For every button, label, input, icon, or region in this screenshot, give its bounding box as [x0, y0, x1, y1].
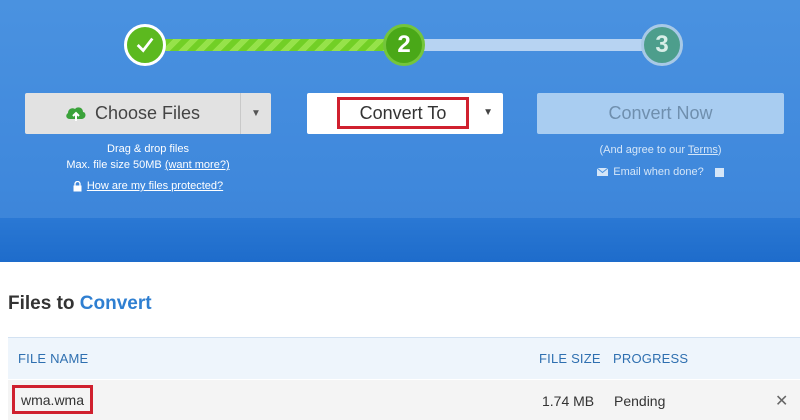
want-more-link[interactable]: (want more?): [165, 159, 230, 171]
choose-files-main[interactable]: Choose Files: [25, 93, 241, 134]
terms-agreement: (And agree to our Terms): [537, 144, 784, 156]
choose-files-label: Choose Files: [94, 103, 201, 123]
files-protected-link[interactable]: How are my files protected?: [87, 180, 223, 192]
upload-hero: 2 3 Choose Files ▼ Convert To ▼ Convert …: [0, 0, 800, 262]
convert-to-label: Convert To: [337, 97, 469, 129]
terms-link[interactable]: Terms: [688, 144, 718, 156]
cloud-upload-icon: [66, 106, 86, 121]
step-1-complete: [124, 24, 166, 66]
file-progress-cell: Pending: [614, 393, 666, 409]
convert-to-select[interactable]: Convert To ▼: [307, 93, 503, 134]
column-header-progress: PROGRESS: [613, 351, 689, 366]
close-icon[interactable]: ✕: [775, 391, 788, 411]
agree-prefix: (And agree to our: [599, 144, 688, 156]
convert-now-button[interactable]: Convert Now: [537, 93, 784, 134]
email-when-done-checkbox[interactable]: [714, 167, 724, 177]
agree-suffix: ): [717, 144, 722, 156]
files-title-prefix: Files to: [8, 293, 75, 314]
table-row: wma.wma 1.74 MB Pending ✕: [8, 380, 800, 420]
lock-icon: [73, 180, 82, 191]
choose-files-button[interactable]: Choose Files ▼: [25, 93, 271, 134]
email-when-done-row: Email when done?: [537, 166, 784, 178]
max-size-hint: Max. file size 50MB (want more?): [25, 159, 271, 171]
progress-track-pending: [422, 39, 644, 51]
checkmark-icon: [136, 37, 154, 53]
step-2-current: 2: [383, 24, 425, 66]
hero-band: [0, 218, 800, 262]
choose-files-dropdown[interactable]: ▼: [241, 93, 271, 134]
column-header-file-size: FILE SIZE: [539, 351, 601, 366]
caret-down-icon: ▼: [251, 108, 261, 119]
files-title-accent: Convert: [79, 293, 152, 314]
email-when-done-label: Email when done?: [613, 166, 704, 178]
drag-drop-hint: Drag & drop files: [107, 143, 189, 155]
column-header-file-name: FILE NAME: [18, 351, 89, 366]
caret-down-icon: ▼: [483, 107, 493, 118]
files-table-header: FILE NAME FILE SIZE PROGRESS: [8, 337, 800, 379]
files-protected-row: How are my files protected?: [25, 180, 271, 192]
file-size-cell: 1.74 MB: [542, 393, 595, 409]
progress-track-completed: [165, 39, 387, 51]
envelope-icon: [597, 168, 609, 176]
max-size-text: Max. file size 50MB: [66, 159, 162, 171]
file-name-cell: wma.wma: [12, 385, 94, 414]
step-3-upcoming: 3: [641, 24, 683, 66]
files-section-title: Files to Convert: [8, 293, 152, 315]
